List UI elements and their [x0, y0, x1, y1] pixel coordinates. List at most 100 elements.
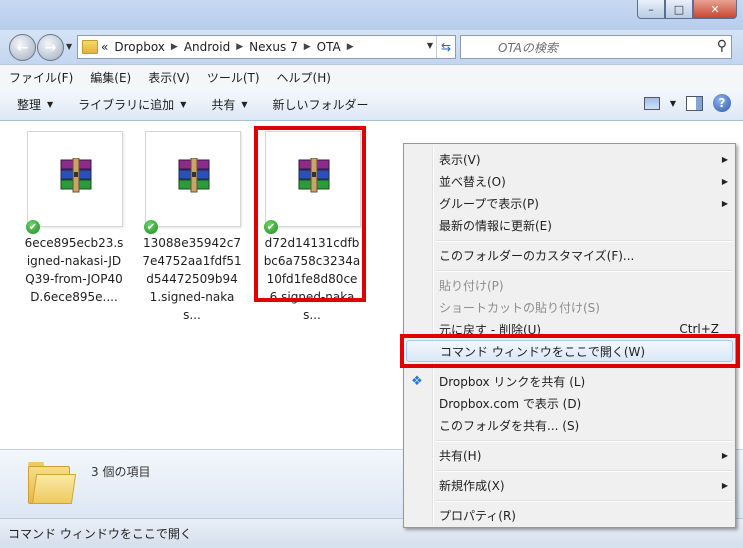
submenu-arrow-icon: ▶	[721, 154, 728, 164]
file-name: 6ece895ecb23.signed-nakasi-JDQ39-from-JO…	[24, 236, 124, 304]
menu-help[interactable]: ヘルプ(H)	[268, 69, 339, 86]
view-controls: ▼ ?	[643, 94, 731, 112]
menu-item-label: 新規作成(X)	[439, 478, 505, 493]
view-mode-icon[interactable]	[643, 96, 660, 110]
submenu-arrow-icon: ▶	[721, 450, 728, 460]
share-button[interactable]: 共有 ▼	[194, 96, 255, 113]
preview-pane-icon[interactable]	[686, 95, 703, 111]
title-bar: – □ ✕	[0, 0, 743, 30]
breadcrumb-separator-icon[interactable]: ▶	[344, 42, 357, 52]
annotation-highlight-menu	[400, 334, 740, 368]
menu-item-label: プロパティ(R)	[439, 508, 516, 523]
back-button[interactable]: ←	[9, 34, 36, 61]
menu-item-view[interactable]: 表示(V) ▶	[404, 148, 735, 170]
add-to-library-button[interactable]: ライブラリに追加 ▼	[61, 96, 194, 113]
menu-separator	[436, 500, 732, 502]
menu-item-share[interactable]: 共有(H) ▶	[404, 444, 735, 466]
view-mode-dropdown-icon[interactable]: ▼	[670, 99, 676, 108]
menu-item-paste: 貼り付け(P)	[404, 274, 735, 296]
back-arrow-icon: ←	[16, 39, 29, 56]
recent-pages-dropdown[interactable]: ▼	[66, 42, 72, 51]
minimize-button[interactable]: –	[637, 0, 665, 19]
menu-item-refresh[interactable]: 最新の情報に更新(E)	[404, 214, 735, 236]
menu-item-group[interactable]: グループで表示(P) ▶	[404, 192, 735, 214]
breadcrumb-separator-icon[interactable]: ▶	[168, 42, 181, 52]
navigation-bar: ← → ▼ « Dropbox ▶ Android ▶ Nexus 7 ▶ OT…	[0, 30, 743, 64]
new-folder-label: 新しいフォルダー	[272, 97, 369, 112]
menu-separator	[436, 270, 732, 272]
breadcrumb-nexus7[interactable]: Nexus 7	[246, 40, 301, 54]
refresh-icon: ⇆	[440, 40, 452, 54]
menu-item-paste-shortcut: ショートカットの貼り付け(S)	[404, 296, 735, 318]
winrar-archive-icon	[60, 158, 92, 193]
chevron-down-icon: ▼	[47, 99, 54, 109]
file-thumbnail[interactable]: ✔	[26, 131, 123, 234]
file-item[interactable]: ✔ 6ece895ecb23.signed-nakasi-JDQ39-from-…	[24, 131, 124, 306]
dropbox-icon: ❖	[411, 373, 423, 389]
menu-item-properties[interactable]: プロパティ(R)	[404, 504, 735, 526]
annotation-highlight-file	[254, 126, 366, 302]
breadcrumb-android[interactable]: Android	[181, 40, 233, 54]
file-item[interactable]: ✔ 13088e35942c77e4752aa1fdf51d54472509b9…	[142, 131, 242, 324]
maximize-button[interactable]: □	[665, 0, 693, 19]
refresh-button[interactable]: ⇆	[436, 36, 455, 58]
command-bar: 整理 ▼ ライブラリに追加 ▼ 共有 ▼ 新しいフォルダー ▼ ?	[0, 88, 743, 121]
item-count: 3 個の項目	[91, 465, 151, 479]
file-name: 13088e35942c77e4752aa1fdf51d54472509b941…	[142, 236, 242, 322]
folder-icon	[28, 462, 77, 504]
menu-item-customize[interactable]: このフォルダーのカスタマイズ(F)...	[404, 244, 735, 266]
menu-item-label: ショートカットの貼り付け(S)	[439, 300, 600, 315]
organize-button[interactable]: 整理 ▼	[0, 96, 61, 113]
help-icon[interactable]: ?	[713, 94, 731, 112]
address-bar[interactable]: « Dropbox ▶ Android ▶ Nexus 7 ▶ OTA ▶ ▼ …	[77, 35, 456, 59]
window-controls: – □ ✕	[637, 0, 737, 20]
menu-tools[interactable]: ツール(T)	[198, 69, 268, 86]
address-dropdown-icon[interactable]: ▼	[427, 41, 433, 50]
chevron-down-icon: ▼	[180, 99, 187, 109]
menu-edit[interactable]: 編集(E)	[81, 69, 139, 86]
chevron-down-icon: ▼	[241, 99, 248, 109]
breadcrumb-separator-icon[interactable]: ▶	[301, 42, 314, 52]
breadcrumb-separator-icon[interactable]: ▶	[233, 42, 246, 52]
menu-item-sort[interactable]: 並べ替え(O) ▶	[404, 170, 735, 192]
add-to-library-label: ライブラリに追加	[78, 97, 175, 112]
menu-separator	[436, 470, 732, 472]
organize-label: 整理	[17, 97, 42, 112]
menu-item-label: グループで表示(P)	[439, 196, 539, 211]
sync-complete-icon: ✔	[26, 220, 40, 234]
search-input[interactable]: OTAの検索 ⚲	[460, 35, 732, 59]
close-button[interactable]: ✕	[693, 0, 737, 19]
menu-item-dropbox-view[interactable]: Dropbox.com で表示 (D)	[404, 392, 735, 414]
submenu-arrow-icon: ▶	[721, 198, 728, 208]
share-label: 共有	[211, 97, 236, 112]
submenu-arrow-icon: ▶	[721, 176, 728, 186]
menu-item-label: このフォルダーのカスタマイズ(F)...	[439, 248, 635, 263]
breadcrumb-dropbox[interactable]: Dropbox	[111, 40, 168, 54]
new-folder-button[interactable]: 新しいフォルダー	[256, 96, 377, 113]
menu-item-label: Dropbox リンクを共有 (L)	[439, 374, 586, 389]
menu-item-label: 並べ替え(O)	[439, 174, 506, 189]
forward-arrow-icon: →	[44, 39, 57, 56]
search-icon[interactable]: ⚲	[717, 38, 727, 54]
menu-view[interactable]: 表示(V)	[139, 69, 198, 86]
breadcrumb-ota[interactable]: OTA	[314, 40, 344, 54]
menu-bar: ファイル(F) 編集(E) 表示(V) ツール(T) ヘルプ(H)	[0, 64, 743, 89]
menu-item-label: Dropbox.com で表示 (D)	[439, 396, 582, 411]
menu-item-share-folder[interactable]: このフォルダを共有... (S)	[404, 414, 735, 436]
submenu-arrow-icon: ▶	[721, 480, 728, 490]
folder-icon	[82, 40, 98, 54]
forward-button[interactable]: →	[37, 34, 64, 61]
winrar-archive-icon	[178, 158, 210, 193]
menu-separator	[436, 240, 732, 242]
file-thumbnail[interactable]: ✔	[144, 131, 241, 234]
sync-complete-icon: ✔	[144, 220, 158, 234]
menu-item-new[interactable]: 新規作成(X) ▶	[404, 474, 735, 496]
menu-file[interactable]: ファイル(F)	[0, 69, 81, 86]
menu-item-label: このフォルダを共有... (S)	[439, 418, 580, 433]
menu-separator	[436, 440, 732, 442]
menu-item-label: 共有(H)	[439, 448, 482, 463]
search-placeholder: OTAの検索	[498, 40, 558, 55]
menu-item-label: 貼り付け(P)	[439, 278, 504, 293]
breadcrumb-overflow[interactable]: «	[98, 40, 111, 54]
menu-item-dropbox-share-link[interactable]: ❖ Dropbox リンクを共有 (L)	[404, 370, 735, 392]
